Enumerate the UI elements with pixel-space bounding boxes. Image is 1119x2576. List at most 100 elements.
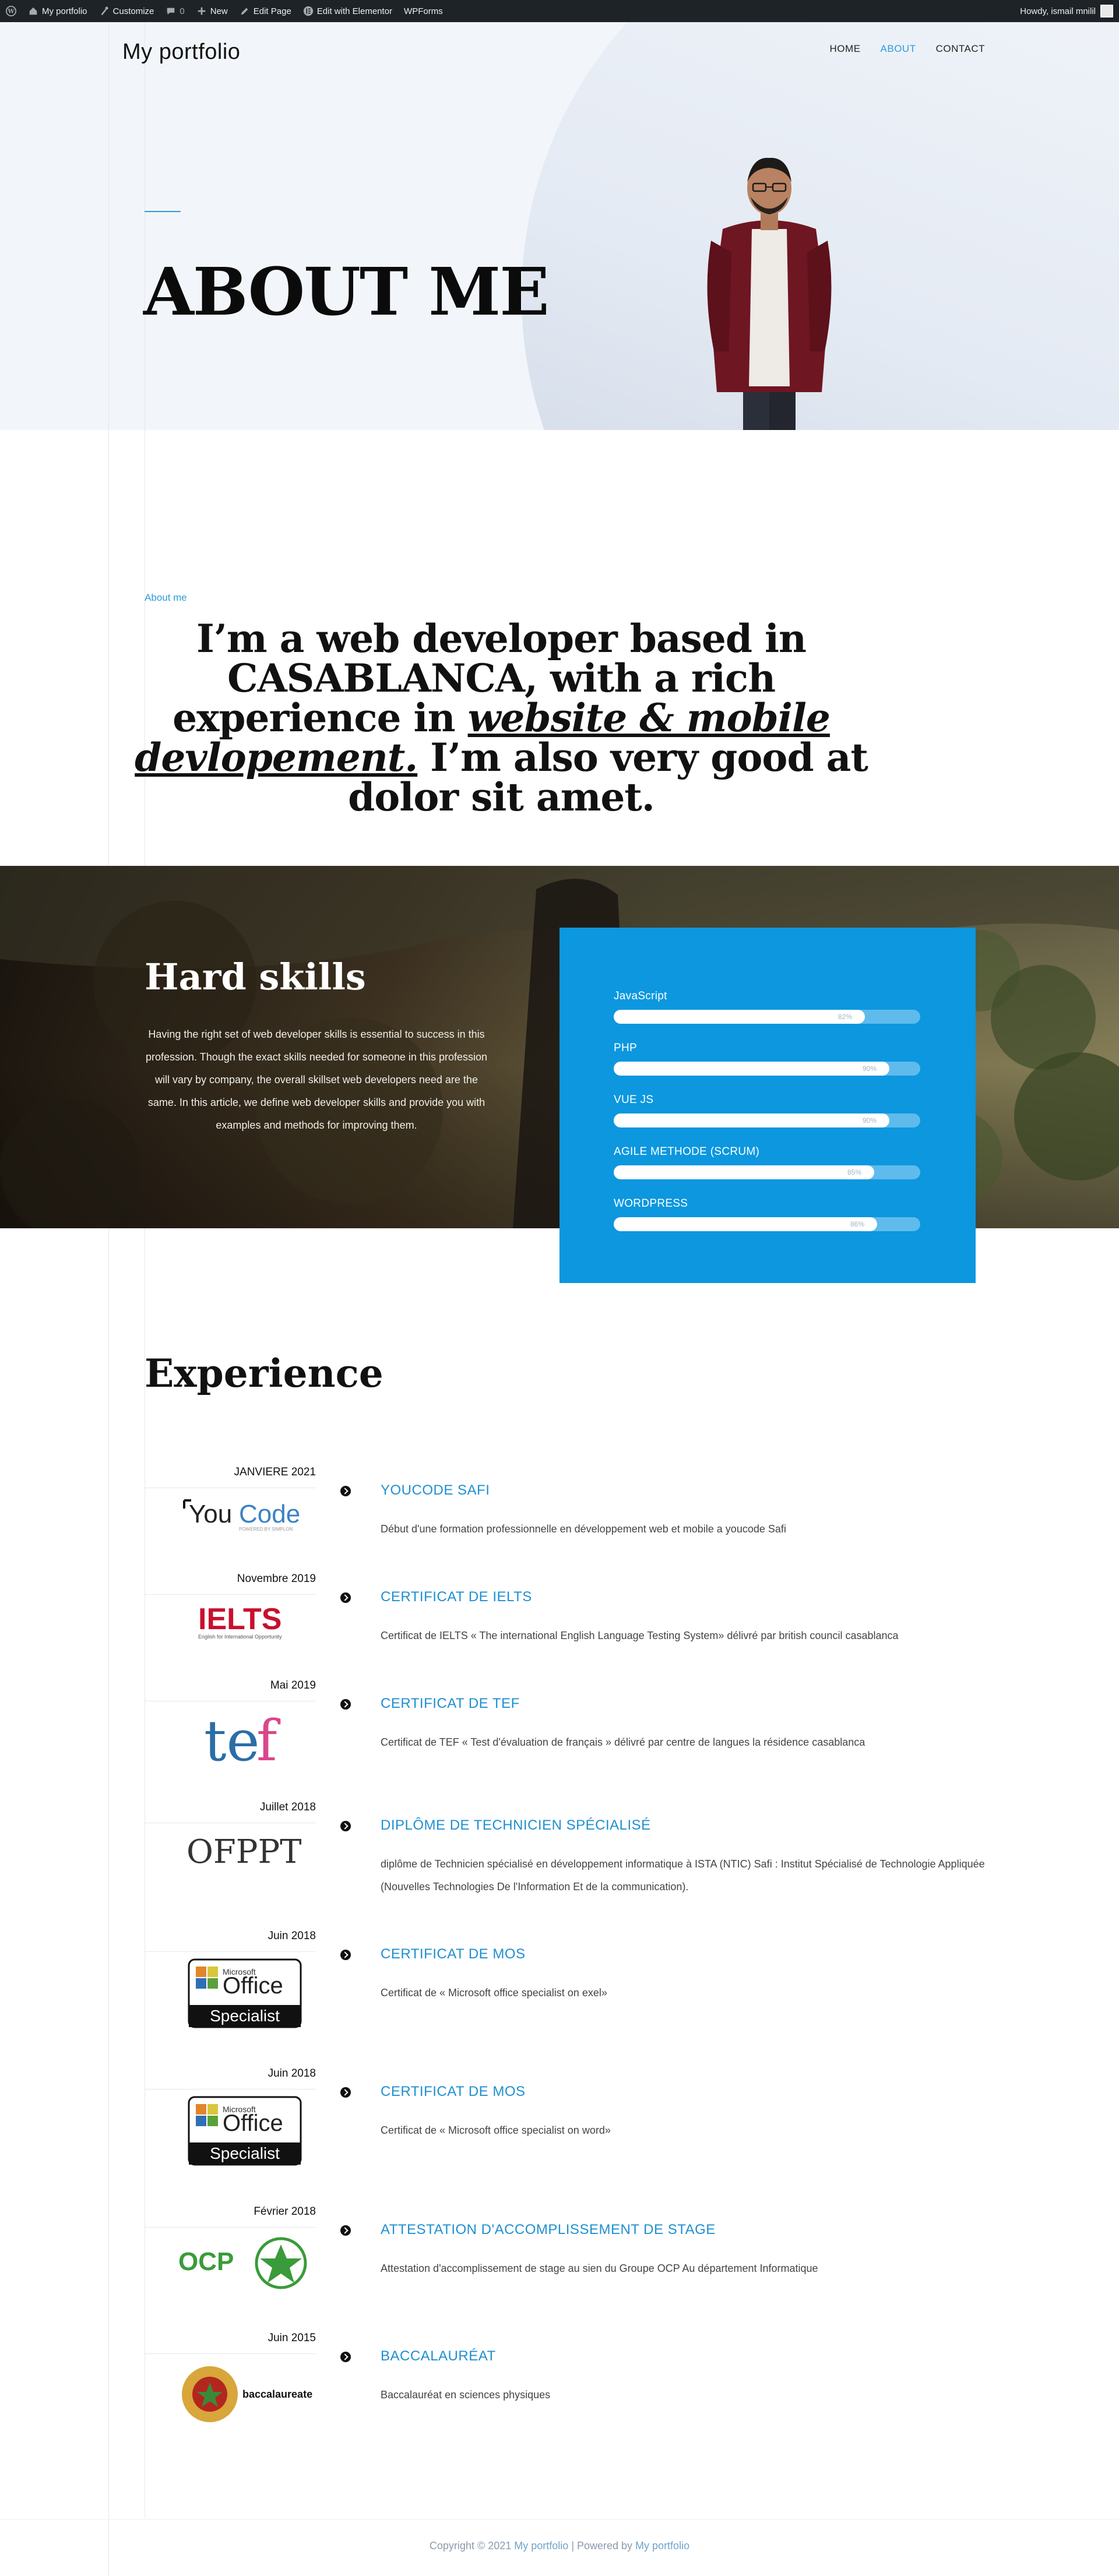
- experience-title: Experience: [145, 1351, 383, 1396]
- adminbar-comments[interactable]: 0: [160, 0, 190, 22]
- youcode-logo: You Code POWERED BY SIMPLON: [175, 1492, 315, 1538]
- wp-admin-bar: W My portfolio Customize 0 New Edit Page…: [0, 0, 1119, 22]
- skill-progress-fill: [614, 1010, 865, 1024]
- hero-section: My portfolio HOME ABOUT CONTACT ABOUT ME: [0, 22, 1119, 430]
- experience-heading: YOUCODE SAFI: [381, 1482, 490, 1498]
- skills-card: JavaScript 82% PHP 90% VUE JS 90% AGILE METHOD…: [560, 928, 976, 1283]
- experience-description: Attestation d'accomplissement de stage a…: [381, 2263, 818, 2274]
- experience-description: Certificat de TEF « Test d'évaluation de…: [381, 1736, 865, 1748]
- experience-heading: CERTIFICAT DE MOS: [381, 1946, 526, 1962]
- experience-description: Baccalauréat en sciences physiques: [381, 2389, 551, 2401]
- experience-heading: DIPLÔME DE TECHNICIEN SPÉCIALISÉ: [381, 1817, 651, 1833]
- skill-progress-track: 85%: [614, 1165, 920, 1179]
- skill-item: VUE JS 90%: [614, 1094, 921, 1127]
- adminbar-wpforms[interactable]: WPForms: [398, 0, 449, 22]
- footer-link-site[interactable]: My portfolio: [514, 2540, 568, 2552]
- adminbar-new-label: New: [210, 6, 228, 16]
- avatar: [1100, 5, 1113, 17]
- experience-separator: [145, 1594, 316, 1595]
- timeline-arrow-icon: [340, 2087, 351, 2098]
- skills-description: Having the right set of web developer sk…: [145, 1028, 487, 1131]
- ofppt-logo: OFPPT: [175, 1827, 315, 1879]
- timeline-arrow-icon: [340, 1486, 351, 1496]
- footer-copyright: Copyright © 2021: [429, 2540, 515, 2552]
- site-title[interactable]: My portfolio: [122, 40, 240, 65]
- svg-text:Code: Code: [239, 1500, 300, 1528]
- experience-description: Certificat de « Microsoft office special…: [381, 2124, 611, 2136]
- adminbar-wpforms-label: WPForms: [404, 6, 443, 16]
- timeline-arrow-icon: [340, 2352, 351, 2362]
- svg-text:POWERED BY SIMPLON: POWERED BY SIMPLON: [239, 1527, 293, 1532]
- timeline-arrow-icon: [340, 1699, 351, 1710]
- skill-label: PHP: [614, 1042, 637, 1054]
- adminbar-comments-count: 0: [180, 6, 185, 16]
- skill-progress-track: 90%: [614, 1062, 920, 1076]
- adminbar-elementor[interactable]: Edit with Elementor: [297, 0, 398, 22]
- experience-heading: CERTIFICAT DE IELTS: [381, 1589, 532, 1605]
- nav-home[interactable]: HOME: [830, 43, 861, 55]
- brush-icon: [101, 6, 108, 16]
- footer-link-powered[interactable]: My portfolio: [635, 2540, 689, 2552]
- about-statement-part2: I’m also very good at dolor sit amet.: [348, 735, 868, 820]
- skills-title: Hard skills: [145, 956, 366, 998]
- about-kicker: About me: [145, 592, 187, 603]
- skill-percent: 90%: [863, 1065, 877, 1073]
- svg-text:Specialist: Specialist: [210, 2007, 280, 2025]
- experience-heading: CERTIFICAT DE TEF: [381, 1696, 520, 1711]
- experience-description: Début d'une formation professionnelle en…: [381, 1523, 786, 1535]
- nav-contact[interactable]: CONTACT: [936, 43, 985, 55]
- experience-date: Juin 2015: [268, 2332, 316, 2344]
- adminbar-account[interactable]: Howdy, ismail mnilil: [1020, 0, 1113, 22]
- experience-heading: CERTIFICAT DE MOS: [381, 2084, 526, 2099]
- experience-heading: BACCALAURÉAT: [381, 2348, 496, 2364]
- svg-text:OFPPT: OFPPT: [186, 1833, 301, 1871]
- plus-icon: [198, 7, 206, 15]
- svg-text:OCP: OCP: [178, 2247, 234, 2276]
- adminbar-customize-label: Customize: [112, 6, 154, 16]
- microsoft-office-specialist-logo: Microsoft Office Specialist: [175, 1955, 315, 2031]
- page-title: ABOUT ME: [143, 254, 550, 330]
- svg-text:baccalaureate: baccalaureate: [242, 2388, 312, 2400]
- experience-separator: [145, 2353, 316, 2354]
- skill-percent: 85%: [847, 1168, 862, 1176]
- comment-icon: [167, 8, 175, 15]
- svg-text:Office: Office: [223, 1973, 283, 1999]
- experience-date: Juillet 2018: [259, 1801, 316, 1813]
- skill-item: AGILE METHODE (SCRUM) 85%: [614, 1146, 921, 1179]
- svg-text:te: te: [204, 1708, 259, 1772]
- adminbar-elementor-label: Edit with Elementor: [316, 6, 393, 16]
- experience-date: Juin 2018: [268, 2067, 316, 2080]
- svg-text:Specialist: Specialist: [210, 2144, 280, 2162]
- svg-text:f: f: [256, 1708, 281, 1772]
- home-icon: [29, 7, 37, 15]
- skill-progress-fill: [614, 1062, 889, 1076]
- wp-logo-menu[interactable]: W: [0, 0, 22, 22]
- skill-percent: 82%: [838, 1013, 853, 1021]
- adminbar-greeting: Howdy, ismail mnilil: [1020, 6, 1096, 16]
- experience-date: Février 2018: [254, 2205, 316, 2218]
- footer-powered-by: | Powered by: [568, 2540, 636, 2552]
- svg-text:Office: Office: [223, 2110, 283, 2136]
- adminbar-customize[interactable]: Customize: [93, 0, 160, 22]
- experience-description: Certificat de IELTS « The international …: [381, 1630, 899, 1641]
- timeline-arrow-icon: [340, 1592, 351, 1603]
- adminbar-edit-page[interactable]: Edit Page: [234, 0, 297, 22]
- adminbar-new[interactable]: New: [191, 0, 234, 22]
- tef-logo: te f: [175, 1705, 315, 1775]
- adminbar-site-name[interactable]: My portfolio: [22, 0, 93, 22]
- experience-heading: ATTESTATION D'ACCOMPLISSEMENT DE STAGE: [381, 2222, 716, 2237]
- experience-date: Mai 2019: [270, 1679, 316, 1692]
- experience-description: Certificat de « Microsoft office special…: [381, 1987, 607, 1999]
- grid-line-left-experience: [108, 1228, 109, 2576]
- site-footer: Copyright © 2021 My portfolio | Powered …: [0, 2540, 1119, 2552]
- pencil-icon: [241, 8, 248, 15]
- svg-text:You: You: [189, 1500, 232, 1528]
- skill-progress-track: 86%: [614, 1217, 920, 1231]
- elementor-icon: [303, 6, 313, 16]
- nav-about[interactable]: ABOUT: [881, 43, 916, 55]
- skill-item: WORDPRESS 86%: [614, 1197, 921, 1231]
- experience-separator: [145, 2227, 316, 2228]
- profile-photo: [707, 157, 832, 430]
- adminbar-site-name-label: My portfolio: [42, 6, 87, 16]
- experience-date: Novembre 2019: [237, 1573, 316, 1585]
